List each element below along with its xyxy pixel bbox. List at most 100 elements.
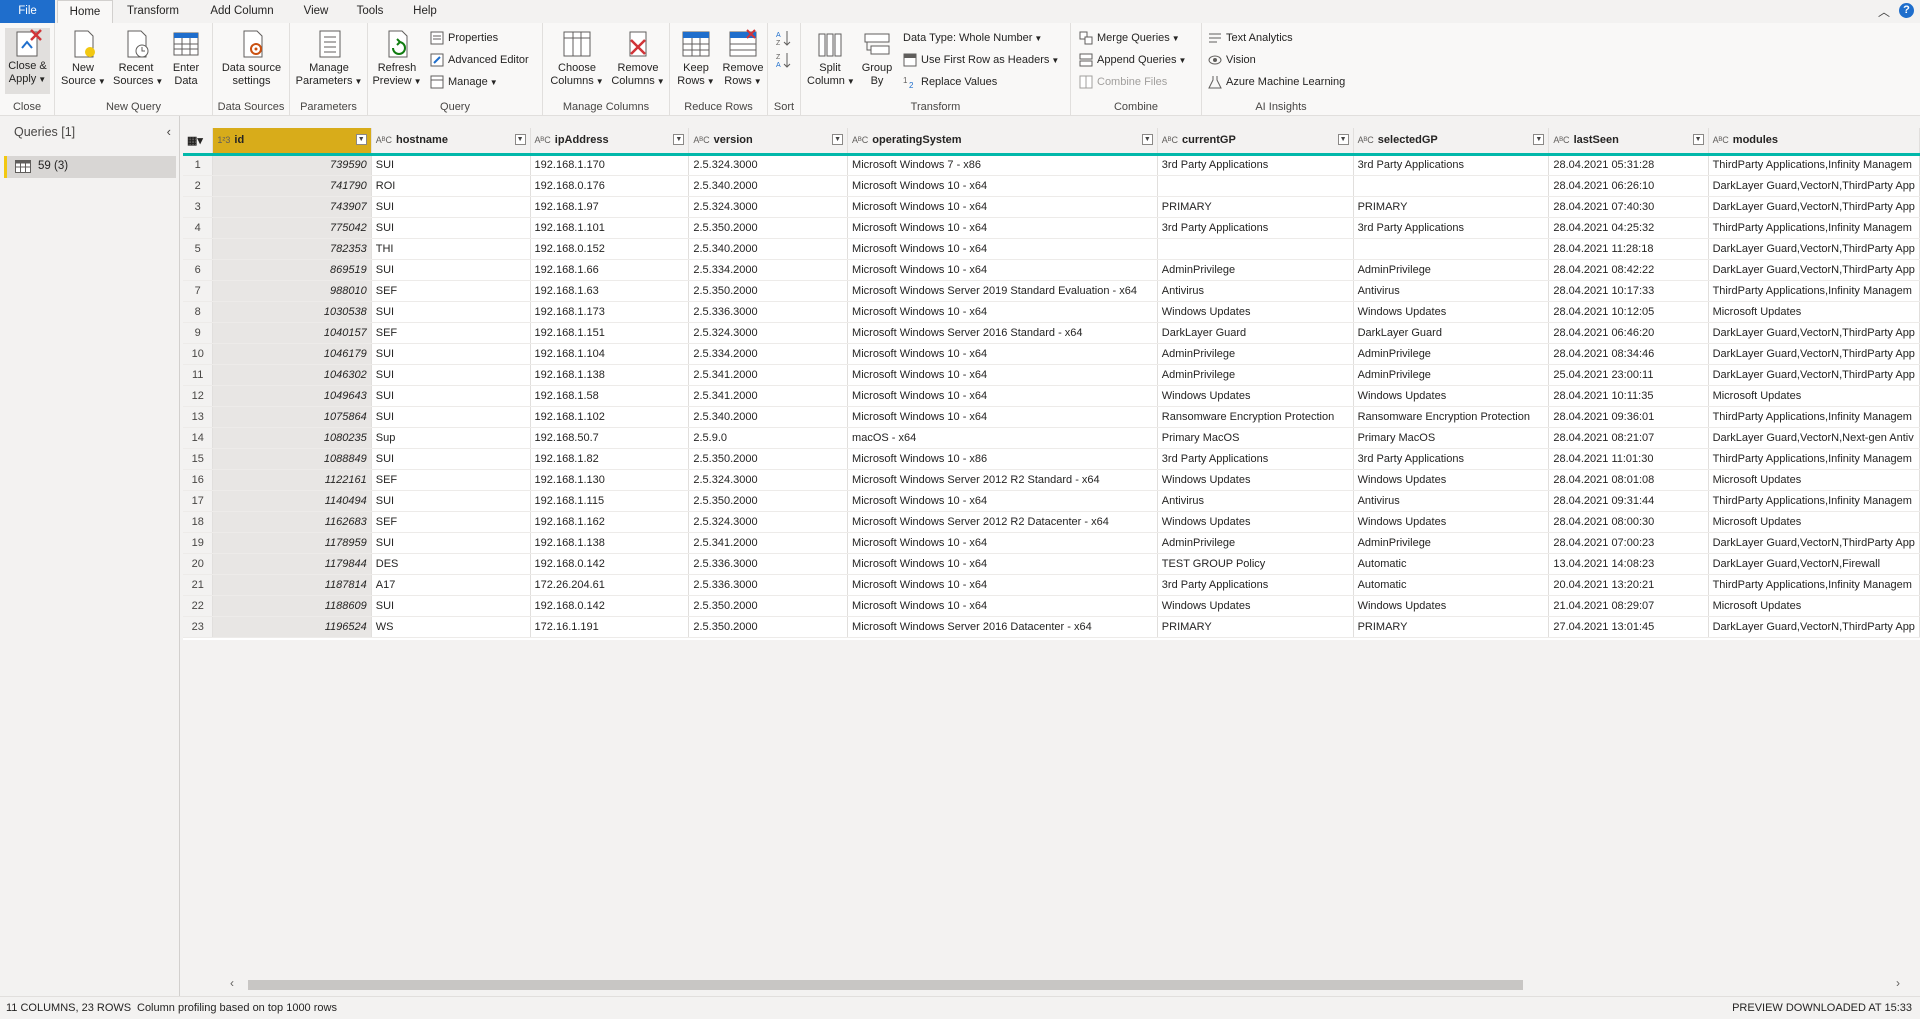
table-cell[interactable]: SUI	[371, 406, 531, 428]
remove-columns-button[interactable]: Remove Columns ▼	[609, 28, 667, 88]
table-cell[interactable]: Microsoft Windows Server 2012 R2 Datacen…	[847, 511, 1158, 533]
table-cell[interactable]: SUI	[371, 385, 531, 407]
table-cell[interactable]: SUI	[371, 196, 531, 218]
row-number[interactable]: 9	[183, 322, 214, 344]
table-cell[interactable]: 28.04.2021 05:31:28	[1548, 154, 1709, 176]
filter-dropdown-icon[interactable]: ▼	[673, 134, 685, 145]
table-cell[interactable]: Windows Updates	[1353, 385, 1550, 407]
recent-sources-button[interactable]: Recent Sources ▼	[113, 28, 163, 88]
table-cell[interactable]: 2.5.334.2000	[688, 259, 849, 281]
table-cell[interactable]: 28.04.2021 07:40:30	[1548, 196, 1709, 218]
table-cell[interactable]: 192.168.0.176	[530, 175, 690, 197]
table-cell[interactable]: 2.5.336.3000	[688, 574, 849, 596]
table-cell[interactable]: ThirdParty Applications,Infinity Managem	[1708, 490, 1920, 512]
table-cell[interactable]: DarkLayer Guard,VectorN,Next-gen Antiv	[1708, 427, 1920, 449]
keep-rows-button[interactable]: Keep Rows ▼	[674, 28, 718, 88]
replace-values-button[interactable]: 1 2 Replace Values	[903, 73, 997, 91]
table-cell-id[interactable]: 1030538	[212, 301, 372, 323]
sort-descending-button[interactable]: ZA	[776, 51, 796, 69]
table-cell-id[interactable]: 1179844	[212, 553, 372, 575]
tab-view[interactable]: View	[296, 0, 336, 23]
column-header-selectedgp[interactable]: AᴮC selectedGP ▼	[1353, 128, 1550, 156]
table-cell[interactable]: 28.04.2021 04:25:32	[1548, 217, 1709, 239]
text-type-icon[interactable]: AᴮC	[1358, 135, 1374, 145]
row-number[interactable]: 4	[183, 217, 214, 239]
table-cell[interactable]: Antivirus	[1157, 490, 1354, 512]
table-cell[interactable]: Microsoft Windows 10 - x64	[847, 364, 1158, 386]
text-type-icon[interactable]: AᴮC	[693, 135, 709, 145]
table-cell[interactable]: PRIMARY	[1157, 196, 1354, 218]
table-cell[interactable]: Microsoft Windows 10 - x64	[847, 595, 1158, 617]
table-cell[interactable]: 28.04.2021 11:01:30	[1548, 448, 1709, 470]
manage-button[interactable]: Manage ▼	[430, 73, 498, 91]
table-cell[interactable]: Microsoft Windows 10 - x64	[847, 301, 1158, 323]
table-cell[interactable]: Microsoft Windows 10 - x64	[847, 553, 1158, 575]
data-source-settings-button[interactable]: Data source settings	[217, 28, 286, 88]
table-cell[interactable]: Microsoft Windows Server 2016 Standard -…	[847, 322, 1158, 344]
filter-dropdown-icon[interactable]: ▼	[832, 134, 844, 145]
table-cell[interactable]: PRIMARY	[1353, 196, 1550, 218]
table-cell[interactable]: 2.5.340.2000	[688, 238, 849, 260]
table-cell[interactable]: AdminPrivilege	[1157, 532, 1354, 554]
table-cell[interactable]: SUI	[371, 301, 531, 323]
table-cell[interactable]: 172.26.204.61	[530, 574, 690, 596]
combine-files-button[interactable]: Combine Files	[1079, 73, 1167, 91]
table-cell[interactable]: DarkLayer Guard,VectorN,Firewall	[1708, 553, 1920, 575]
table-cell[interactable]: Microsoft Windows 10 - x64	[847, 343, 1158, 365]
table-cell[interactable]: ThirdParty Applications,Infinity Managem	[1708, 217, 1920, 239]
table-cell[interactable]: SUI	[371, 532, 531, 554]
sort-ascending-button[interactable]: AZ	[776, 29, 796, 47]
table-cell[interactable]: Windows Updates	[1157, 469, 1354, 491]
table-cell[interactable]: Microsoft Updates	[1708, 595, 1920, 617]
table-cell[interactable]: 192.168.1.102	[530, 406, 690, 428]
table-cell[interactable]: THI	[371, 238, 531, 260]
table-cell[interactable]: 3rd Party Applications	[1353, 154, 1550, 176]
table-cell[interactable]: 192.168.0.142	[530, 595, 690, 617]
table-cell[interactable]: 2.5.350.2000	[688, 595, 849, 617]
table-cell[interactable]: 192.168.1.151	[530, 322, 690, 344]
table-cell[interactable]: Microsoft Windows 10 - x64	[847, 385, 1158, 407]
table-cell[interactable]: Microsoft Windows 10 - x64	[847, 259, 1158, 281]
table-cell[interactable]: DarkLayer Guard	[1157, 322, 1354, 344]
tab-tools[interactable]: Tools	[347, 0, 393, 23]
table-cell[interactable]: AdminPrivilege	[1157, 259, 1354, 281]
table-cell[interactable]: ThirdParty Applications,Infinity Managem	[1708, 448, 1920, 470]
merge-queries-button[interactable]: Merge Queries ▼	[1079, 29, 1180, 47]
tab-file[interactable]: File	[0, 0, 55, 23]
table-cell[interactable]: AdminPrivilege	[1353, 532, 1550, 554]
table-cell[interactable]: Windows Updates	[1157, 385, 1354, 407]
table-cell[interactable]: SEF	[371, 511, 531, 533]
append-queries-button[interactable]: Append Queries ▼	[1079, 51, 1186, 69]
table-cell[interactable]: 13.04.2021 14:08:23	[1548, 553, 1709, 575]
table-cell[interactable]: DarkLayer Guard,VectorN,ThirdParty App	[1708, 364, 1920, 386]
data-type-dropdown[interactable]: Data Type: Whole Number ▼	[903, 29, 1042, 47]
tab-transform[interactable]: Transform	[119, 0, 187, 23]
scroll-left-icon[interactable]: ‹	[230, 976, 234, 990]
enter-data-button[interactable]: Enter Data	[166, 28, 206, 88]
column-header-operatingsystem[interactable]: AᴮC operatingSystem ▼	[847, 128, 1158, 156]
collapse-pane-icon[interactable]: ‹	[167, 124, 171, 139]
table-cell[interactable]: 192.168.1.82	[530, 448, 690, 470]
table-cell[interactable]: Automatic	[1353, 553, 1550, 575]
table-cell[interactable]: DarkLayer Guard,VectorN,ThirdParty App	[1708, 322, 1920, 344]
text-type-icon[interactable]: AᴮC	[376, 135, 392, 145]
horizontal-scrollbar[interactable]: ‹ ›	[230, 976, 1900, 992]
table-cell[interactable]: ThirdParty Applications,Infinity Managem	[1708, 154, 1920, 176]
table-cell[interactable]: Microsoft Windows Server 2016 Datacenter…	[847, 616, 1158, 638]
table-cell[interactable]: Windows Updates	[1353, 511, 1550, 533]
table-cell[interactable]: Microsoft Windows 10 - x86	[847, 448, 1158, 470]
text-type-icon[interactable]: AᴮC	[1162, 135, 1178, 145]
table-cell[interactable]: Microsoft Windows 10 - x64	[847, 238, 1158, 260]
table-cell[interactable]: 28.04.2021 09:31:44	[1548, 490, 1709, 512]
table-cell[interactable]: SUI	[371, 154, 531, 176]
table-cell[interactable]: Ransomware Encryption Protection	[1157, 406, 1354, 428]
table-cell[interactable]	[1157, 175, 1354, 197]
table-cell[interactable]: 28.04.2021 10:17:33	[1548, 280, 1709, 302]
table-cell[interactable]: Windows Updates	[1157, 301, 1354, 323]
table-cell-id[interactable]: 741790	[212, 175, 372, 197]
text-type-icon[interactable]: AᴮC	[1553, 135, 1569, 145]
table-cell[interactable]: DarkLayer Guard,VectorN,ThirdParty App	[1708, 532, 1920, 554]
table-cell-id[interactable]: 1140494	[212, 490, 372, 512]
table-cell[interactable]: ThirdParty Applications,Infinity Managem	[1708, 280, 1920, 302]
table-cell-id[interactable]: 782353	[212, 238, 372, 260]
